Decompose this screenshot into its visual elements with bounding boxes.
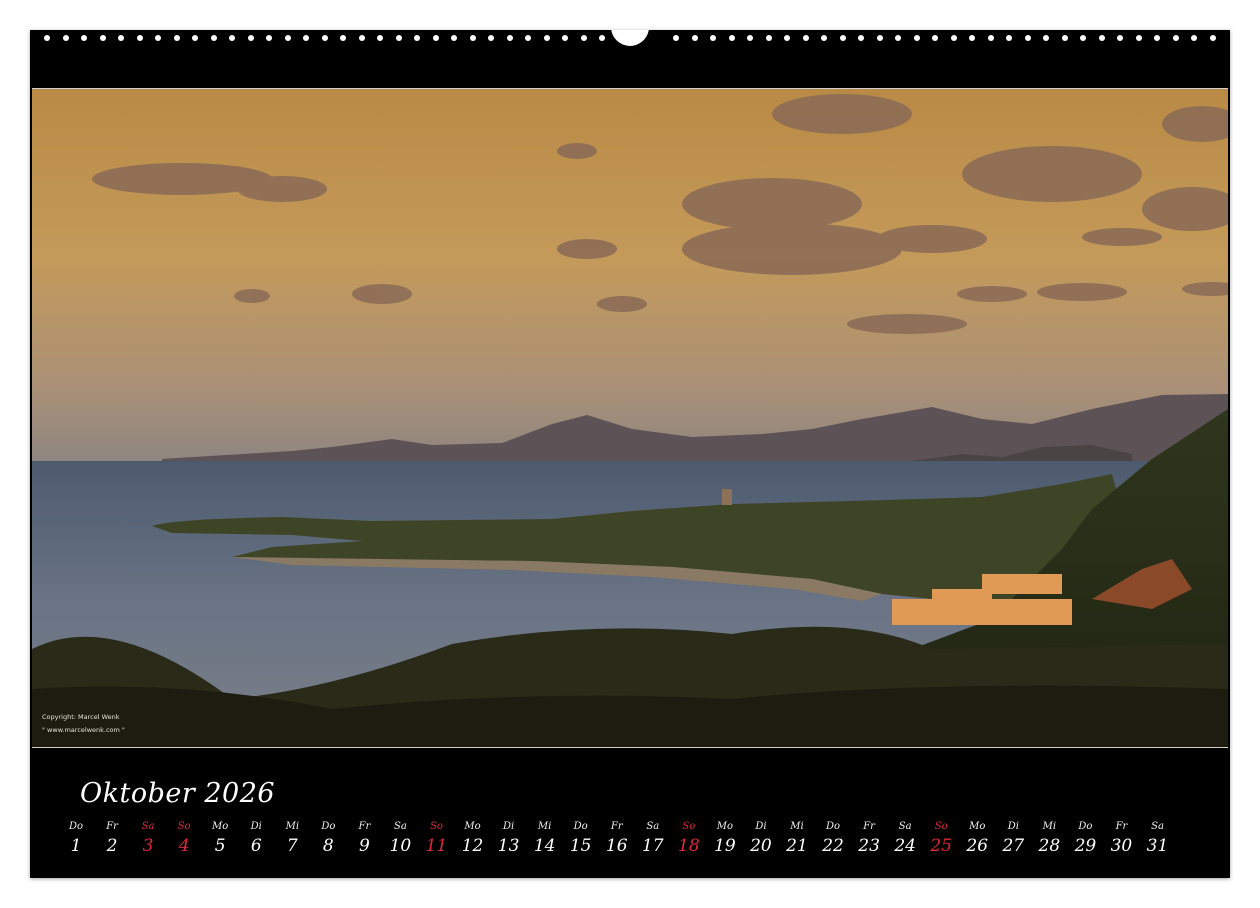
- day-number: 9: [358, 836, 370, 856]
- weekday-label: Mi: [537, 821, 552, 832]
- day-number: 28: [1038, 836, 1061, 856]
- day-number: 31: [1146, 836, 1169, 856]
- day-number: 2: [106, 836, 118, 856]
- day-number: 27: [1002, 836, 1025, 856]
- day-number: 18: [678, 836, 700, 856]
- day-number: 4: [178, 836, 190, 856]
- weekday-label: Do: [321, 821, 336, 832]
- day-number: 16: [605, 836, 628, 856]
- day-number: 23: [858, 836, 880, 856]
- day-number: 22: [822, 836, 844, 856]
- weekday-label: Sa: [898, 821, 912, 832]
- weekday-label: So: [430, 821, 443, 832]
- weekday-label: Mo: [716, 821, 734, 832]
- day-number: 12: [461, 836, 484, 856]
- day-number: 20: [750, 836, 772, 856]
- weekday-label: Sa: [141, 821, 155, 832]
- day-number: 1: [70, 836, 82, 856]
- weekday-label: Sa: [646, 821, 660, 832]
- weekday-label: Fr: [610, 821, 623, 832]
- weekday-label: Fr: [358, 821, 371, 832]
- weekday-label: So: [934, 821, 948, 832]
- day-number: 26: [966, 836, 989, 856]
- weekday-label: Di: [755, 821, 767, 832]
- day-number: 3: [142, 836, 154, 856]
- day-grid: Do 1 Fr 2 Sa 3 So 4 Mo 5 Di 6 Mi 7 Do 8 Fr 9 Sa 10 So 11 Mo 12 D…: [30, 30, 1230, 878]
- day-number: 13: [497, 836, 520, 856]
- day-number: 15: [569, 836, 592, 856]
- weekday-label: Di: [1007, 821, 1019, 832]
- day-number: 30: [1110, 836, 1133, 856]
- day-number: 24: [894, 836, 916, 856]
- day-number: 11: [425, 836, 448, 856]
- weekday-label: Mi: [285, 821, 300, 832]
- weekday-label: Do: [826, 821, 841, 832]
- weekday-label: Mi: [1042, 821, 1057, 832]
- weekday-label: Mo: [969, 821, 986, 832]
- day-number: 7: [286, 836, 298, 856]
- weekday-label: Fr: [106, 821, 118, 832]
- day-number: 19: [714, 836, 736, 856]
- weekday-label: Do: [573, 821, 588, 832]
- day-number: 25: [930, 836, 952, 856]
- day-number: 17: [641, 836, 664, 856]
- weekday-label: Fr: [863, 821, 875, 832]
- day-number: 5: [214, 836, 226, 856]
- weekday-label: Mo: [212, 821, 229, 832]
- weekday-label: Sa: [1151, 821, 1164, 832]
- wall-calendar-page: Copyright: Marcel Wenk " www.marcelwenk.…: [30, 30, 1230, 878]
- day-number: 29: [1074, 836, 1097, 856]
- day-number: 6: [250, 836, 262, 856]
- day-number: 8: [322, 836, 334, 856]
- weekday-label: Do: [1078, 821, 1093, 832]
- weekday-label: Do: [68, 821, 84, 832]
- weekday-label: Fr: [1115, 821, 1128, 832]
- weekday-label: Sa: [394, 821, 407, 832]
- weekday-label: Di: [250, 821, 262, 832]
- day-number: 10: [389, 836, 412, 856]
- weekday-label: Di: [502, 821, 515, 832]
- day-number: 14: [533, 836, 556, 856]
- weekday-label: Mo: [464, 821, 481, 832]
- day-number: 21: [786, 836, 808, 856]
- weekday-label: So: [177, 821, 191, 832]
- weekday-label: Mi: [790, 821, 804, 832]
- weekday-label: So: [682, 821, 696, 832]
